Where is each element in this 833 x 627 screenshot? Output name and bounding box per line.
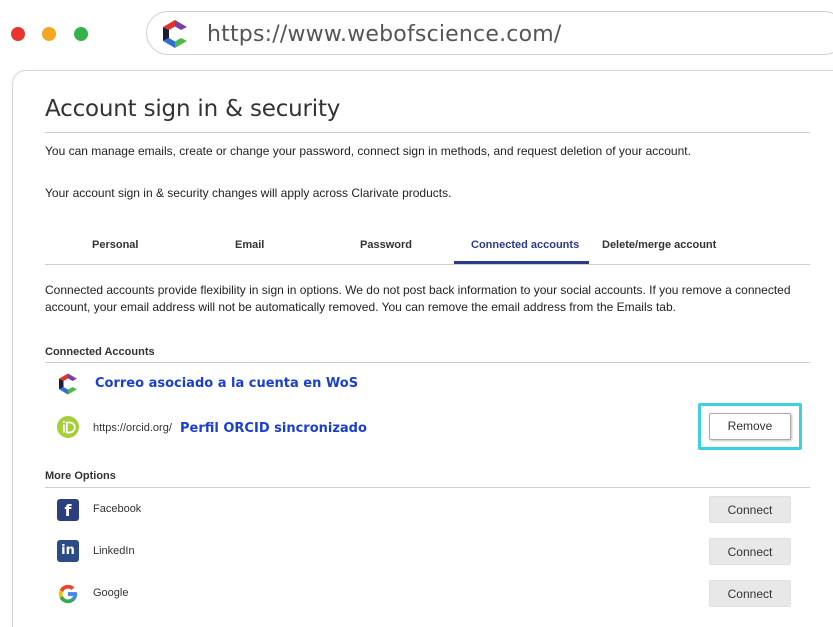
google-label: Google (93, 587, 129, 599)
title-divider (45, 132, 810, 133)
tab-email[interactable]: Email (235, 239, 264, 251)
google-icon (58, 584, 78, 604)
more-options-heading: More Options (45, 470, 116, 482)
tab-password[interactable]: Password (360, 239, 412, 251)
facebook-icon: f (57, 499, 79, 521)
orcid-url[interactable]: https://orcid.org/ (93, 422, 172, 434)
facebook-label: Facebook (93, 503, 142, 515)
linkedin-label: LinkedIn (93, 545, 135, 557)
page-title: Account sign in & security (45, 96, 341, 122)
address-bar[interactable]: https://www.webofscience.com/ (146, 11, 833, 55)
active-tab-indicator (454, 261, 589, 264)
connect-facebook-button[interactable]: Connect (709, 496, 791, 523)
linkedin-icon: in (57, 540, 79, 562)
url-text[interactable]: https://www.webofscience.com/ (207, 22, 561, 47)
tabs-divider (45, 264, 810, 265)
connected-accounts-heading: Connected Accounts (45, 346, 155, 358)
orcid-icon (57, 416, 79, 438)
maximize-window-dot[interactable] (74, 27, 88, 41)
page-description: You can manage emails, create or change … (45, 144, 691, 158)
wos-account-annotation: Correo asociado a la cuenta en WoS (95, 376, 359, 391)
connected-accounts-divider (45, 362, 810, 363)
remove-orcid-button[interactable]: Remove (709, 413, 791, 440)
close-window-dot[interactable] (11, 27, 25, 41)
tab-personal[interactable]: Personal (92, 239, 138, 251)
tab-delete-merge-account[interactable]: Delete/merge account (602, 239, 716, 251)
clarivate-logo-icon (163, 20, 187, 48)
tab-connected-accounts[interactable]: Connected accounts (471, 239, 579, 251)
orcid-annotation: Perfil ORCID sincronizado (180, 421, 367, 436)
connected-accounts-intro: Connected accounts provide flexibility i… (45, 283, 791, 314)
page-description-clarivate: Your account sign in & security changes … (45, 186, 452, 200)
connect-google-button[interactable]: Connect (709, 580, 791, 607)
connect-linkedin-button[interactable]: Connect (709, 538, 791, 565)
clarivate-icon (59, 373, 77, 395)
more-options-divider (45, 487, 810, 488)
minimize-window-dot[interactable] (42, 27, 56, 41)
